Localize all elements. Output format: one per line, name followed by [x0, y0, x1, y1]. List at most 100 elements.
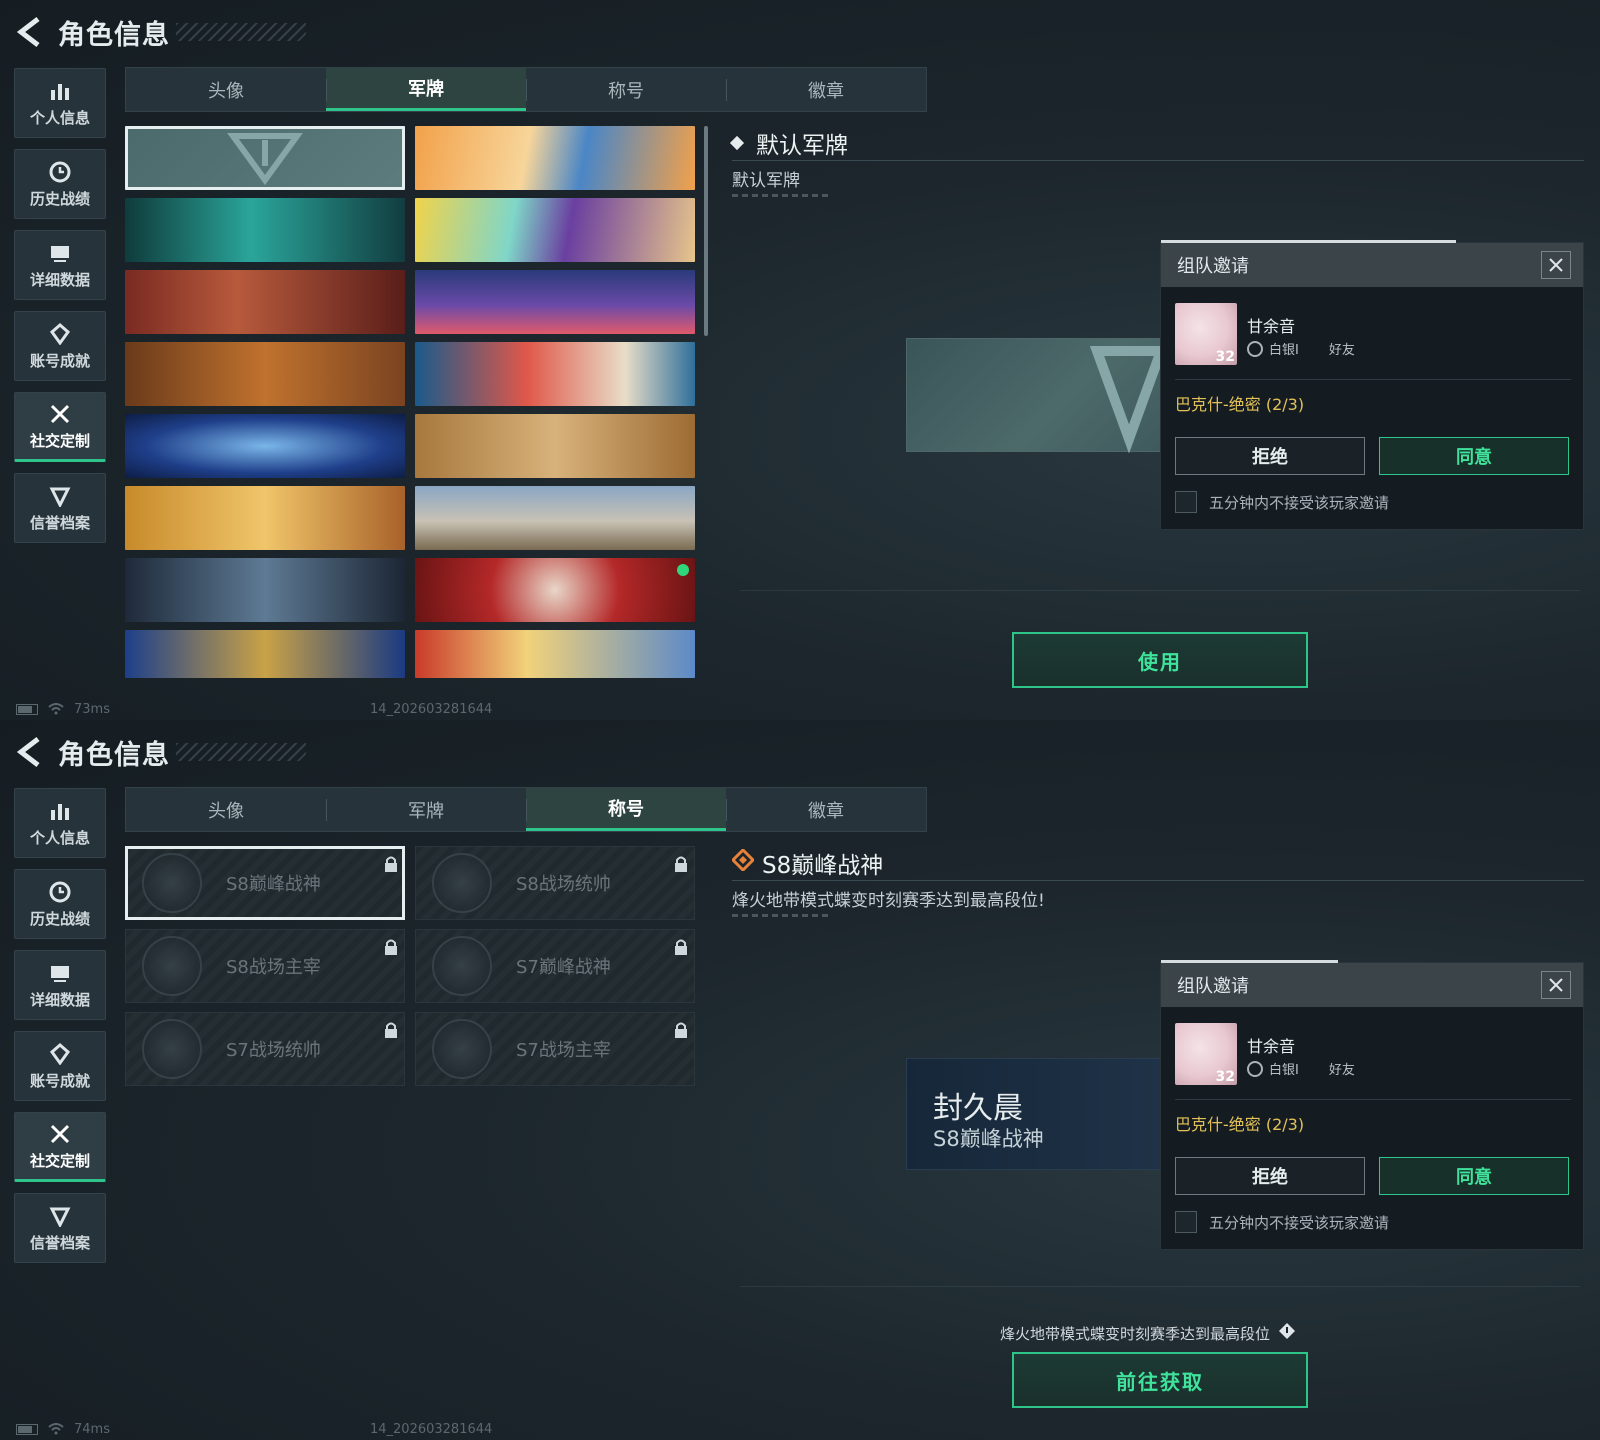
scrollbar[interactable] — [704, 126, 708, 336]
tag-card-graveyard[interactable] — [415, 270, 695, 334]
tab-avatar[interactable]: 头像 — [126, 68, 326, 111]
sidebar: 个人信息 历史战绩 详细数据 账号成就 社交定制 信誉档案 — [14, 788, 106, 1274]
tag-logo-icon — [1089, 346, 1169, 454]
reject-button[interactable]: 拒绝 — [1175, 1157, 1365, 1195]
sidebar-item-detailed-data[interactable]: 详细数据 — [14, 950, 106, 1020]
tag-card-floral-warrior[interactable] — [415, 558, 695, 622]
tag-card-octopus-wave[interactable] — [415, 342, 695, 406]
tab-military-tag[interactable]: 军牌 — [326, 68, 526, 111]
player-rank: 白银I 好友 — [1247, 339, 1355, 358]
go-obtain-button[interactable]: 前往获取 — [1012, 1352, 1308, 1408]
tab-badge[interactable]: 徽章 — [726, 788, 926, 831]
dash-decoration — [732, 914, 832, 917]
accept-button[interactable]: 同意 — [1379, 1157, 1569, 1195]
title-card[interactable]: S8战场统帅 — [415, 846, 695, 920]
detail-title-text: S8巅峰战神 — [762, 853, 884, 879]
relation-text: 好友 — [1328, 1063, 1355, 1078]
title-badge-icon — [432, 1019, 492, 1079]
detail-title-text: 默认军牌 — [756, 133, 848, 159]
use-button[interactable]: 使用 — [1012, 632, 1308, 688]
new-indicator-icon — [677, 564, 689, 576]
battery-icon — [16, 1423, 38, 1435]
sidebar-item-reputation[interactable]: 信誉档案 — [14, 473, 106, 543]
header: 角色信息 — [14, 732, 306, 772]
player-name: 甘余音 — [1247, 1037, 1296, 1056]
avatar: 32 — [1175, 1023, 1237, 1085]
title-badge-icon — [142, 936, 202, 996]
close-icon[interactable] — [1541, 251, 1571, 279]
sidebar-item-detailed-data[interactable]: 详细数据 — [14, 230, 106, 300]
title-preview: 封久晨 S8巅峰战神 — [906, 1058, 1162, 1170]
tag-card-music[interactable] — [415, 198, 695, 262]
tag-card-autumn-hand[interactable] — [125, 342, 405, 406]
tag-card-mountain-sniper[interactable] — [415, 486, 695, 550]
back-arrow-icon[interactable] — [14, 14, 44, 50]
invite-mode: 巴克什-绝密 (2/3) — [1175, 395, 1305, 414]
invite-title: 组队邀请 — [1177, 256, 1249, 277]
title-label: S8战场统帅 — [516, 874, 611, 895]
tag-card-blueprint[interactable] — [415, 414, 695, 478]
military-tag-grid — [125, 126, 695, 678]
tab-badge[interactable]: 徽章 — [726, 68, 926, 111]
sidebar-item-social-custom[interactable]: 社交定制 — [14, 392, 106, 462]
bar-chart-icon — [48, 799, 72, 823]
tab-bar: 头像 军牌 称号 徽章 — [125, 787, 927, 832]
sidebar-item-achievements[interactable]: 账号成就 — [14, 311, 106, 381]
build-text: 14_202603281644 — [369, 1421, 493, 1437]
tag-card-cartoon-party[interactable] — [415, 630, 695, 678]
tag-preview — [906, 338, 1169, 454]
sidebar-item-label: 账号成就 — [29, 351, 90, 370]
divider — [1175, 379, 1571, 380]
tag-card-phoenix[interactable] — [125, 630, 405, 678]
sidebar-item-history[interactable]: 历史战绩 — [14, 869, 106, 939]
build-text: 14_202603281644 — [369, 701, 493, 717]
close-icon[interactable] — [1541, 971, 1571, 999]
tab-avatar[interactable]: 头像 — [126, 788, 326, 831]
invite-header: 组队邀请 — [1161, 963, 1583, 1007]
sidebar-item-personal-info[interactable]: 个人信息 — [14, 788, 106, 858]
sidebar-item-reputation[interactable]: 信誉档案 — [14, 1193, 106, 1263]
title-card[interactable]: S8巅峰战神 — [125, 846, 405, 920]
tag-card-teal-soldier[interactable] — [125, 198, 405, 262]
tab-military-tag[interactable]: 军牌 — [326, 788, 526, 831]
tag-card-red-squad[interactable] — [125, 270, 405, 334]
accept-button[interactable]: 同意 — [1379, 437, 1569, 475]
lock-icon — [384, 1021, 398, 1039]
detail-description: 默认军牌 — [732, 171, 800, 191]
tab-title[interactable]: 称号 — [526, 68, 726, 111]
tag-card-feast[interactable] — [125, 486, 405, 550]
mute-invite-option[interactable]: 五分钟内不接受该玩家邀请 — [1175, 1211, 1389, 1233]
title-label: S7战场主宰 — [516, 1040, 611, 1061]
sidebar-item-label: 历史战绩 — [29, 909, 90, 928]
divider — [732, 880, 1584, 881]
mute-checkbox[interactable] — [1175, 491, 1197, 513]
tab-title[interactable]: 称号 — [526, 788, 726, 831]
tab-bar: 头像 军牌 称号 徽章 — [125, 67, 927, 112]
tag-card-orange-abstract[interactable] — [415, 126, 695, 190]
title-card[interactable]: S8战场主宰 — [125, 929, 405, 1003]
sidebar-item-history[interactable]: 历史战绩 — [14, 149, 106, 219]
title-label: S8战场主宰 — [226, 957, 321, 978]
tools-icon — [48, 402, 72, 426]
sidebar-item-achievements[interactable]: 账号成就 — [14, 1031, 106, 1101]
tag-card-laser-squad[interactable] — [125, 558, 405, 622]
info-diamond-icon[interactable] — [1278, 1322, 1296, 1344]
sidebar-item-social-custom[interactable]: 社交定制 — [14, 1112, 106, 1182]
reject-button[interactable]: 拒绝 — [1175, 437, 1365, 475]
preview-player-name: 封久晨 — [933, 1091, 1023, 1126]
tag-card-default[interactable] — [125, 126, 405, 190]
title-card[interactable]: S7巅峰战神 — [415, 929, 695, 1003]
title-card[interactable]: S7战场统帅 — [125, 1012, 405, 1086]
avatar: 32 — [1175, 303, 1237, 365]
requirement-text: 烽火地带模式蝶变时刻赛季达到最高段位 — [1000, 1322, 1296, 1344]
mute-invite-option[interactable]: 五分钟内不接受该玩家邀请 — [1175, 491, 1389, 513]
sidebar-item-label: 历史战绩 — [29, 189, 90, 208]
invite-header: 组队邀请 — [1161, 243, 1583, 287]
tag-card-xray[interactable] — [125, 414, 405, 478]
bg-line — [740, 1286, 1580, 1287]
detail-title: S8巅峰战神 — [730, 846, 884, 880]
title-card[interactable]: S7战场主宰 — [415, 1012, 695, 1086]
mute-checkbox[interactable] — [1175, 1211, 1197, 1233]
back-arrow-icon[interactable] — [14, 734, 44, 770]
sidebar-item-personal-info[interactable]: 个人信息 — [14, 68, 106, 138]
